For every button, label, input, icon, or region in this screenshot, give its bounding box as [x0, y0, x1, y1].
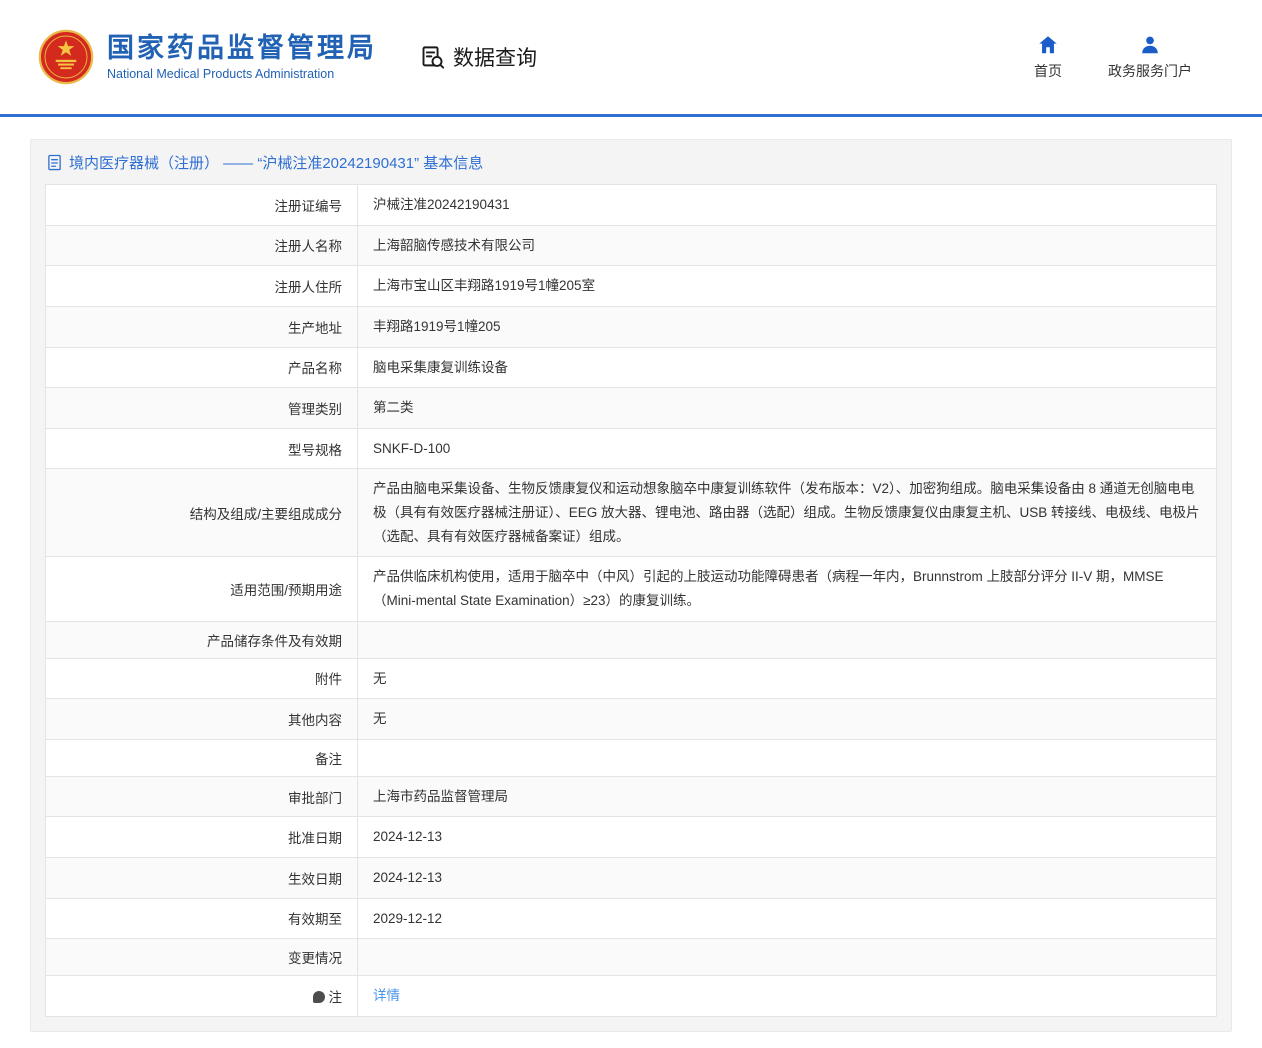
table-row: 注册证编号沪械注准20242190431: [46, 185, 1217, 226]
org-name-cn: 国家药品监督管理局: [107, 33, 377, 64]
row-label: 注册证编号: [46, 185, 358, 226]
row-label: 型号规格: [46, 428, 358, 469]
row-label: 附件: [46, 658, 358, 699]
table-row: 生产地址丰翔路1919号1幢205: [46, 306, 1217, 347]
data-query-module[interactable]: 数据查询: [419, 42, 537, 72]
row-label: 生产地址: [46, 306, 358, 347]
row-label: 产品储存条件及有效期: [46, 621, 358, 658]
row-value: 丰翔路1919号1幢205: [358, 306, 1217, 347]
row-value: 2024-12-13: [358, 858, 1217, 899]
row-value: 2024-12-13: [358, 817, 1217, 858]
org-name-en: National Medical Products Administration: [107, 67, 377, 81]
detail-link[interactable]: 详情: [373, 988, 400, 1003]
row-label: 批准日期: [46, 817, 358, 858]
table-row: 备注: [46, 739, 1217, 776]
row-value: 详情: [358, 976, 1217, 1017]
row-label: 生效日期: [46, 858, 358, 899]
row-label: 结构及组成/主要组成成分: [46, 469, 358, 557]
table-row: 变更情况: [46, 939, 1217, 976]
row-value: 上海市宝山区丰翔路1919号1幢205室: [358, 266, 1217, 307]
row-value: 沪械注准20242190431: [358, 185, 1217, 226]
row-value: 上海韶脑传感技术有限公司: [358, 225, 1217, 266]
table-row: 注册人名称上海韶脑传感技术有限公司: [46, 225, 1217, 266]
table-row: 产品名称脑电采集康复训练设备: [46, 347, 1217, 388]
info-table: 注册证编号沪械注准20242190431注册人名称上海韶脑传感技术有限公司注册人…: [45, 184, 1217, 1017]
table-row: 附件无: [46, 658, 1217, 699]
row-label: 注: [46, 976, 358, 1017]
site-header: 国家药品监督管理局 National Medical Products Admi…: [0, 0, 1262, 114]
table-row: 有效期至2029-12-12: [46, 898, 1217, 939]
row-value: [358, 939, 1217, 976]
table-row: 型号规格SNKF-D-100: [46, 428, 1217, 469]
top-nav: 首页 政务服务门户: [1034, 34, 1192, 81]
table-row: 批准日期2024-12-13: [46, 817, 1217, 858]
nmpa-emblem-logo: [38, 29, 94, 85]
table-row: 审批部门上海市药品监督管理局: [46, 776, 1217, 817]
table-row: 注册人住所上海市宝山区丰翔路1919号1幢205室: [46, 266, 1217, 307]
nav-home-label: 首页: [1034, 61, 1062, 81]
nav-portal-label: 政务服务门户: [1108, 61, 1192, 81]
info-table-wrap: 注册证编号沪械注准20242190431注册人名称上海韶脑传感技术有限公司注册人…: [45, 184, 1217, 1017]
panel-title-text: 境内医疗器械（注册） —— “沪械注准20242190431” 基本信息: [69, 152, 483, 173]
info-table-body: 注册证编号沪械注准20242190431注册人名称上海韶脑传感技术有限公司注册人…: [46, 185, 1217, 1017]
row-value: 无: [358, 699, 1217, 740]
row-value: [358, 739, 1217, 776]
note-icon: [313, 991, 325, 1003]
row-label: 适用范围/预期用途: [46, 557, 358, 621]
row-label: 产品名称: [46, 347, 358, 388]
home-icon: [1037, 34, 1059, 56]
brand[interactable]: 国家药品监督管理局 National Medical Products Admi…: [38, 29, 377, 85]
row-label: 有效期至: [46, 898, 358, 939]
row-label: 注册人名称: [46, 225, 358, 266]
row-label: 审批部门: [46, 776, 358, 817]
table-row: 产品储存条件及有效期: [46, 621, 1217, 658]
document-icon: [47, 154, 62, 171]
row-label: 其他内容: [46, 699, 358, 740]
module-title-label: 数据查询: [453, 42, 537, 72]
row-value: 产品供临床机构使用，适用于脑卒中（中风）引起的上肢运动功能障碍患者（病程一年内，…: [358, 557, 1217, 621]
row-value: 无: [358, 658, 1217, 699]
row-label: 注册人住所: [46, 266, 358, 307]
nav-portal[interactable]: 政务服务门户: [1108, 34, 1192, 81]
panel-title: 境内医疗器械（注册） —— “沪械注准20242190431” 基本信息: [31, 140, 1231, 184]
row-value: 产品由脑电采集设备、生物反馈康复仪和运动想象脑卒中康复训练软件（发布版本：V2）…: [358, 469, 1217, 557]
table-row: 注详情: [46, 976, 1217, 1017]
row-label: 变更情况: [46, 939, 358, 976]
data-query-icon: [419, 44, 446, 71]
table-row: 结构及组成/主要组成成分产品由脑电采集设备、生物反馈康复仪和运动想象脑卒中康复训…: [46, 469, 1217, 557]
registration-info-panel: 境内医疗器械（注册） —— “沪械注准20242190431” 基本信息 注册证…: [30, 139, 1232, 1032]
row-value: 上海市药品监督管理局: [358, 776, 1217, 817]
row-label: 管理类别: [46, 388, 358, 429]
nav-home[interactable]: 首页: [1034, 34, 1062, 81]
table-row: 适用范围/预期用途产品供临床机构使用，适用于脑卒中（中风）引起的上肢运动功能障碍…: [46, 557, 1217, 621]
main-content: 境内医疗器械（注册） —— “沪械注准20242190431” 基本信息 注册证…: [0, 117, 1262, 1048]
user-icon: [1139, 34, 1161, 56]
row-value: [358, 621, 1217, 658]
table-row: 其他内容无: [46, 699, 1217, 740]
row-label: 备注: [46, 739, 358, 776]
row-value: SNKF-D-100: [358, 428, 1217, 469]
row-value: 脑电采集康复训练设备: [358, 347, 1217, 388]
table-row: 生效日期2024-12-13: [46, 858, 1217, 899]
row-value: 2029-12-12: [358, 898, 1217, 939]
row-value: 第二类: [358, 388, 1217, 429]
table-row: 管理类别第二类: [46, 388, 1217, 429]
